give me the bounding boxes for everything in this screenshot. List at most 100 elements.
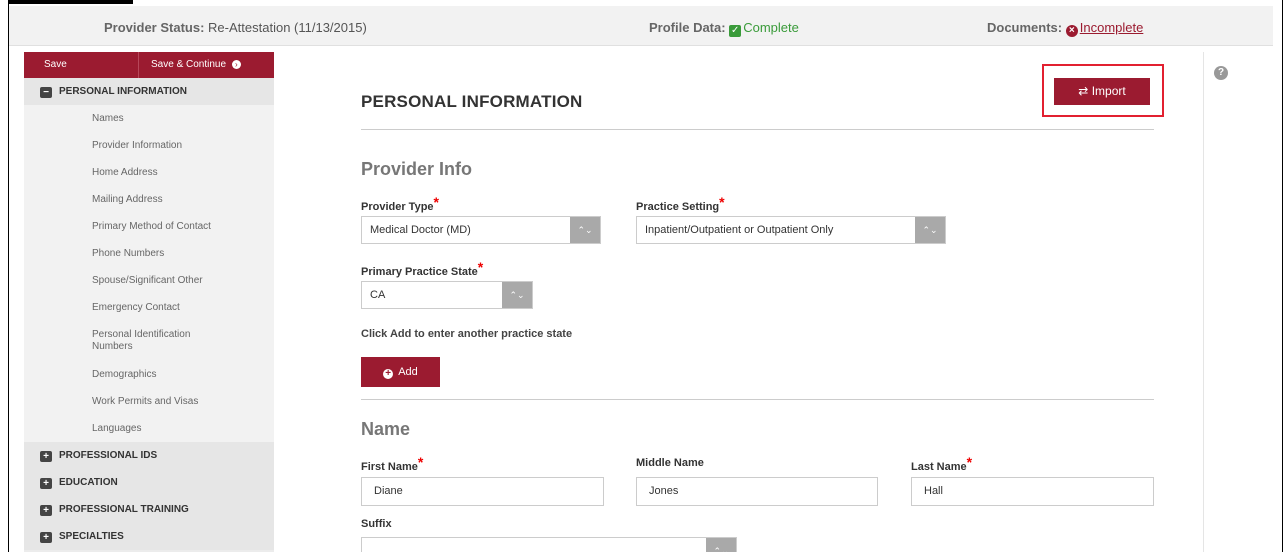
sidebar-item-label: Spouse/Significant Other — [92, 275, 203, 286]
expand-icon: + — [40, 532, 52, 543]
sidebar-item-primary-method-of-contact[interactable]: Primary Method of Contact — [24, 213, 274, 240]
sidebar-item-label: Personal Identification Numbers — [92, 329, 191, 352]
required-asterisk: * — [417, 454, 424, 470]
sidebar-section-professional-ids[interactable]: + PROFESSIONAL IDS — [24, 442, 274, 469]
sidebar-actions: Save Save & Continue › — [24, 52, 274, 78]
select-caret-icon: ⌃⌄ — [915, 217, 945, 243]
suffix-label: Suffix — [361, 518, 392, 530]
provider-status-label: Provider Status: — [104, 20, 205, 35]
save-button-label: Save — [44, 59, 67, 70]
expand-icon: + — [40, 478, 52, 489]
top-marker — [8, 0, 133, 4]
sidebar-item-provider-information[interactable]: Provider Information — [24, 132, 274, 159]
first-name-label-text: First Name — [361, 461, 418, 473]
sidebar-item-home-address[interactable]: Home Address — [24, 159, 274, 186]
primary-state-label: Primary Practice State* — [361, 259, 484, 278]
middle-name-label: Middle Name — [636, 457, 704, 469]
sidebar-item-spouse[interactable]: Spouse/Significant Other — [24, 267, 274, 294]
select-caret-icon: ⌃⌄ — [502, 282, 532, 308]
sidebar-item-names[interactable]: Names — [24, 105, 274, 132]
sidebar-item-label: Demographics — [92, 369, 157, 380]
last-name-input[interactable]: Hall — [911, 477, 1154, 506]
provider-type-select[interactable]: Medical Doctor (MD) ⌃⌄ — [361, 216, 601, 244]
save-continue-button[interactable]: Save & Continue › — [139, 52, 241, 78]
sidebar-item-emergency-contact[interactable]: Emergency Contact — [24, 294, 274, 321]
sidebar-item-phone-numbers[interactable]: Phone Numbers — [24, 240, 274, 267]
first-name-label: First Name* — [361, 454, 424, 473]
import-highlight: ⇄ Import — [1042, 64, 1164, 117]
sidebar-item-label: Mailing Address — [92, 194, 163, 205]
provider-type-label-text: Provider Type — [361, 201, 434, 213]
sidebar-item-label: Work Permits and Visas — [92, 396, 199, 407]
collapse-icon: − — [40, 87, 52, 98]
sidebar-section-label: PROFESSIONAL IDS — [59, 450, 158, 461]
sidebar-item-label: Languages — [92, 423, 142, 434]
sidebar-section-professional-training[interactable]: + PROFESSIONAL TRAINING — [24, 496, 274, 523]
primary-state-value: CA — [370, 289, 386, 301]
add-state-hint: Click Add to enter another practice stat… — [361, 328, 573, 340]
checkmark-icon: ✓ — [729, 25, 742, 37]
expand-icon: + — [40, 505, 52, 516]
add-state-button[interactable]: + Add — [361, 357, 440, 387]
provider-type-label: Provider Type* — [361, 194, 439, 213]
sidebar-section-education[interactable]: + EDUCATION — [24, 469, 274, 496]
name-heading: Name — [361, 419, 411, 439]
error-circle-icon: × — [1065, 25, 1078, 37]
sidebar-item-label: Names — [92, 113, 124, 124]
content-divider — [1203, 52, 1204, 552]
practice-setting-label-text: Practice Setting — [636, 201, 720, 213]
expand-icon: + — [40, 451, 52, 462]
sidebar-section-specialties[interactable]: + SPECIALTIES — [24, 523, 274, 550]
sidebar-item-demographics[interactable]: Demographics — [24, 361, 274, 388]
provider-info-heading: Provider Info — [361, 159, 473, 179]
last-name-label-text: Last Name — [911, 461, 967, 473]
required-asterisk: * — [719, 194, 725, 210]
sidebar-item-label: Phone Numbers — [92, 248, 165, 259]
sidebar-item-work-permits[interactable]: Work Permits and Visas — [24, 388, 274, 415]
divider — [361, 129, 1154, 130]
sidebar-item-label: Home Address — [92, 167, 158, 178]
select-caret-icon: ⌃⌄ — [570, 217, 600, 243]
sidebar-item-languages[interactable]: Languages — [24, 415, 274, 442]
documents-status: Documents: × Incomplete — [987, 20, 1143, 37]
last-name-label: Last Name* — [911, 454, 973, 473]
import-button-label: Import — [1091, 84, 1126, 98]
sidebar-item-mailing-address[interactable]: Mailing Address — [24, 186, 274, 213]
provider-status: Provider Status: Re-Attestation (11/13/2… — [104, 20, 367, 35]
documents-label: Documents: — [987, 20, 1063, 35]
sidebar-section-label: SPECIALTIES — [59, 531, 124, 542]
swap-arrows-icon: ⇄ — [1078, 84, 1089, 98]
suffix-select[interactable]: ⌃⌄ — [361, 537, 737, 552]
import-button[interactable]: ⇄ Import — [1054, 78, 1150, 105]
status-bar: Provider Status: Re-Attestation (11/13/2… — [9, 6, 1273, 46]
sidebar-item-label: Emergency Contact — [92, 302, 180, 313]
sidebar-section-label: EDUCATION — [59, 477, 118, 488]
sidebar-section-label: PERSONAL INFORMATION — [59, 86, 187, 97]
profile-data-label: Profile Data: — [649, 20, 726, 35]
provider-status-value: Re-Attestation (11/13/2015) — [208, 20, 367, 35]
sidebar-section-personal-information[interactable]: − PERSONAL INFORMATION — [24, 78, 274, 105]
sidebar-item-label: Provider Information — [92, 140, 183, 151]
practice-setting-select[interactable]: Inpatient/Outpatient or Outpatient Only … — [636, 216, 946, 244]
first-name-input[interactable]: Diane — [361, 477, 604, 506]
divider — [361, 399, 1154, 400]
first-name-value: Diane — [374, 485, 403, 497]
page-title: PERSONAL INFORMATION — [361, 92, 583, 111]
sidebar-item-personal-identification-numbers[interactable]: Personal Identification Numbers — [24, 321, 274, 361]
sidebar-section-label: PROFESSIONAL TRAINING — [59, 504, 189, 515]
help-icon[interactable]: ? — [1214, 66, 1228, 80]
save-button[interactable]: Save — [24, 52, 139, 78]
profile-data-value: Complete — [743, 20, 799, 35]
add-button-label: Add — [398, 366, 418, 378]
profile-data-status: Profile Data: ✓ Complete — [649, 20, 799, 37]
practice-setting-label: Practice Setting* — [636, 194, 725, 213]
save-continue-label: Save & Continue — [151, 59, 227, 70]
primary-state-select[interactable]: CA ⌃⌄ — [361, 281, 533, 309]
middle-name-value: Jones — [649, 485, 679, 497]
required-asterisk: * — [433, 194, 439, 210]
middle-name-input[interactable]: Jones — [636, 477, 878, 506]
required-asterisk: * — [966, 454, 973, 470]
practice-setting-value: Inpatient/Outpatient or Outpatient Only — [645, 224, 834, 236]
required-asterisk: * — [477, 259, 484, 275]
documents-incomplete-link[interactable]: Incomplete — [1080, 20, 1144, 35]
